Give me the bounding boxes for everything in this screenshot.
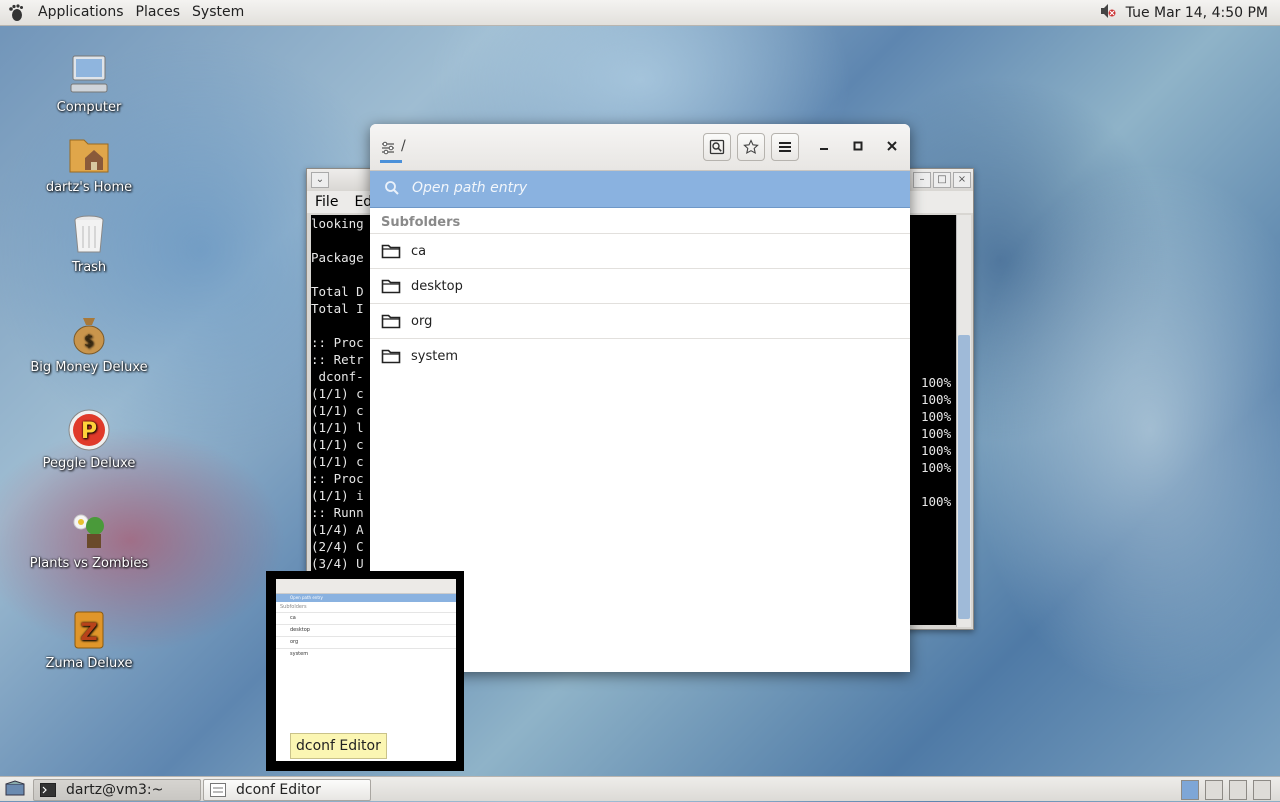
bookmarks-button[interactable] xyxy=(737,133,765,161)
terminal-minimize-button[interactable]: – xyxy=(913,172,931,188)
trash-icon xyxy=(74,215,104,253)
desktop-icon-label: dartz's Home xyxy=(45,180,133,195)
taskbar-label: dconf Editor xyxy=(236,782,321,798)
svg-text:$: $ xyxy=(84,331,94,350)
close-icon xyxy=(887,141,897,151)
folder-row-ca[interactable]: ca xyxy=(370,233,910,268)
terminal-progress-percent: 100% xyxy=(921,392,952,407)
star-icon xyxy=(743,139,759,155)
money-bag-icon: $ xyxy=(73,318,105,355)
folder-icon xyxy=(381,244,401,259)
terminal-progress-percent: 100% xyxy=(921,494,952,509)
home-folder-icon xyxy=(69,139,109,173)
main-menu-button[interactable] xyxy=(771,133,799,161)
search-toggle-button[interactable] xyxy=(703,133,731,161)
dconf-headerbar[interactable]: / xyxy=(370,124,910,171)
computer-icon xyxy=(70,55,108,93)
path-crumb-root[interactable] xyxy=(380,136,402,163)
desktop-icon-label: Plants vs Zombies xyxy=(29,556,149,571)
terminal-progress-percent: 100% xyxy=(921,375,952,390)
desktop-icon-trash[interactable]: Trash xyxy=(29,212,149,275)
taskbar-label: dartz@vm3:~ xyxy=(66,782,164,798)
terminal-scrollbar[interactable] xyxy=(956,215,971,627)
terminal-progress-percent: 100% xyxy=(921,460,952,475)
terminal-progress-percent: 100% xyxy=(921,409,952,424)
path-label: / xyxy=(401,138,406,154)
zuma-icon: Z xyxy=(74,611,104,649)
volume-icon[interactable] xyxy=(1098,2,1118,24)
folder-row-org[interactable]: org xyxy=(370,303,910,338)
minimize-button[interactable] xyxy=(814,136,834,156)
path-entry-placeholder[interactable]: Open path entry xyxy=(412,180,527,196)
close-button[interactable] xyxy=(882,136,902,156)
hamburger-icon xyxy=(779,142,791,152)
preview-row: org xyxy=(276,636,456,648)
taskbar-dconf-editor[interactable]: dconf Editor xyxy=(203,779,371,801)
preview-tooltip: dconf Editor xyxy=(290,733,387,759)
desktop-icon-big-money[interactable]: $ Big Money Deluxe xyxy=(29,312,149,375)
dconf-icon xyxy=(210,783,226,797)
terminal-maximize-button[interactable]: □ xyxy=(933,172,951,188)
taskbar-terminal[interactable]: dartz@vm3:~ xyxy=(33,779,201,801)
system-menu[interactable]: System xyxy=(186,0,250,25)
plant-icon xyxy=(73,514,104,548)
preview-row: system xyxy=(276,648,456,660)
desktop-icon-pvz[interactable]: Plants vs Zombies xyxy=(29,508,149,571)
clock[interactable]: Tue Mar 14, 4:50 PM xyxy=(1118,5,1280,21)
applications-menu[interactable]: Applications xyxy=(32,0,130,25)
top-panel: Applications Places System Tue Mar 14, 4… xyxy=(0,0,1280,26)
workspace-1[interactable] xyxy=(1181,780,1199,800)
folder-row-desktop[interactable]: desktop xyxy=(370,268,910,303)
maximize-button[interactable] xyxy=(848,136,868,156)
desktop-icon-label: Zuma Deluxe xyxy=(45,656,133,671)
desktop-icon-label: Trash xyxy=(71,260,107,275)
window-preview[interactable]: Open path entry Subfolders ca desktop or… xyxy=(266,571,464,771)
minimize-icon xyxy=(820,148,828,150)
workspace-3[interactable] xyxy=(1229,780,1247,800)
preview-search: Open path entry xyxy=(276,594,456,602)
terminal-menu-button[interactable]: ⌄ xyxy=(311,172,329,188)
desktop-icon-zuma[interactable]: Z Zuma Deluxe xyxy=(29,608,149,671)
settings-sliders-icon xyxy=(382,141,394,155)
terminal-close-button[interactable]: × xyxy=(953,172,971,188)
subfolders-heading: Subfolders xyxy=(381,215,461,230)
scrollbar-thumb[interactable] xyxy=(958,335,970,619)
folder-label: org xyxy=(411,313,433,329)
folder-icon xyxy=(381,279,401,294)
folder-label: desktop xyxy=(411,278,463,294)
path-entry-bar[interactable]: Open path entry xyxy=(370,171,910,208)
desktop-icon-computer[interactable]: Computer xyxy=(29,52,149,115)
folder-label: ca xyxy=(411,243,427,259)
svg-text:P: P xyxy=(81,419,97,444)
terminal-menu-file[interactable]: File xyxy=(307,191,346,213)
terminal-progress-percent: 100% xyxy=(921,443,952,458)
bottom-panel: dartz@vm3:~ dconf Editor xyxy=(0,776,1280,801)
desktop-icon-peggle[interactable]: P Peggle Deluxe xyxy=(29,408,149,471)
folder-icon xyxy=(381,349,401,364)
preview-header xyxy=(276,579,456,594)
terminal-progress-percent: 100% xyxy=(921,426,952,441)
terminal-icon xyxy=(40,783,56,797)
desktop-icon-label: Peggle Deluxe xyxy=(42,456,136,471)
svg-text:Z: Z xyxy=(80,618,97,646)
peggle-icon: P xyxy=(68,409,110,451)
panel-tray: Tue Mar 14, 4:50 PM xyxy=(1098,2,1280,24)
folder-label: system xyxy=(411,348,458,364)
workspace-2[interactable] xyxy=(1205,780,1223,800)
preview-section: Subfolders xyxy=(280,604,307,610)
folder-row-system[interactable]: system xyxy=(370,338,910,373)
preview-row: desktop xyxy=(276,624,456,636)
desktop-icon-label: Computer xyxy=(56,100,122,115)
maximize-icon xyxy=(853,141,863,151)
desktop-icon-label: Big Money Deluxe xyxy=(30,360,148,375)
gnome-foot-icon[interactable] xyxy=(6,3,26,23)
places-menu[interactable]: Places xyxy=(130,0,187,25)
desktop-icon-home[interactable]: dartz's Home xyxy=(29,132,149,195)
workspace-4[interactable] xyxy=(1253,780,1271,800)
search-icon xyxy=(385,181,399,195)
search-icon xyxy=(709,139,725,155)
show-desktop-icon[interactable] xyxy=(4,780,26,802)
folder-icon xyxy=(381,314,401,329)
preview-row: ca xyxy=(276,612,456,624)
